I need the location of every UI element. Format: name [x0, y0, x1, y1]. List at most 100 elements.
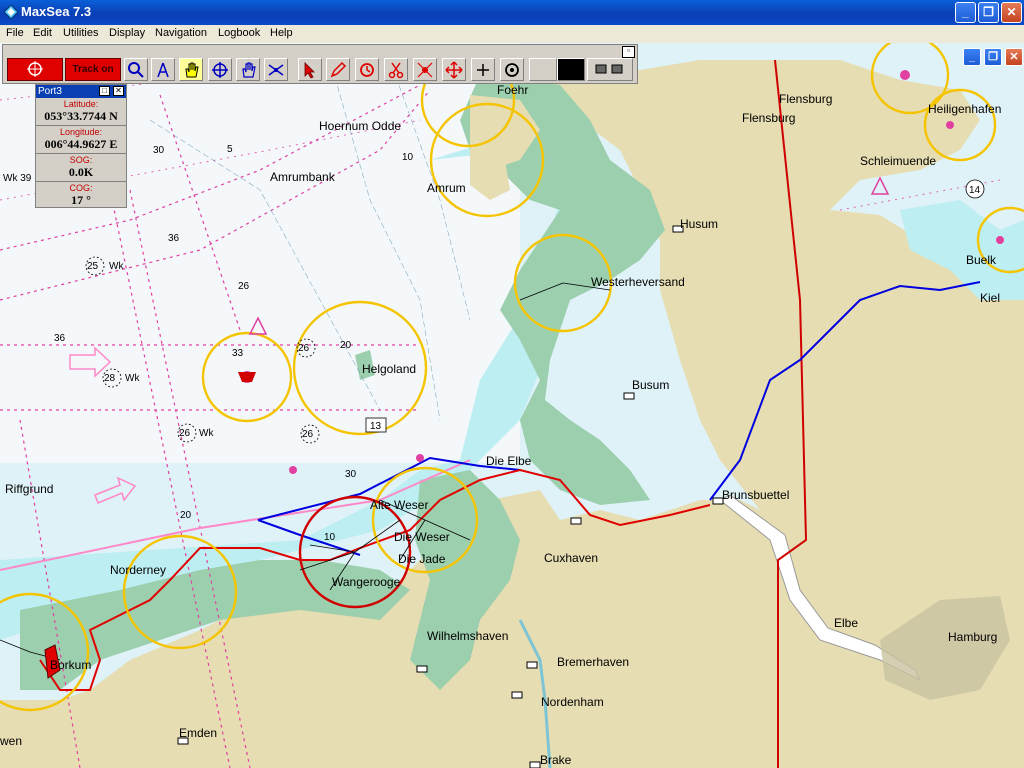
cut-button[interactable] [384, 58, 408, 81]
label-foehr: Foehr [497, 83, 528, 97]
hand-icon [185, 62, 199, 78]
port-panel-restore-button[interactable]: □ [99, 86, 110, 96]
child-close-button[interactable]: ✕ [1005, 48, 1023, 66]
minimize-button[interactable]: _ [955, 2, 976, 23]
label-kiel: Kiel [980, 291, 1000, 305]
move-button[interactable] [442, 58, 466, 81]
menu-display[interactable]: Display [109, 27, 145, 39]
label-buelk: Buelk [966, 253, 997, 267]
label-borkum: Borkum [50, 658, 91, 672]
menu-navigation[interactable]: Navigation [155, 27, 207, 39]
label-busum: Busum [632, 378, 669, 392]
menu-bar: File Edit Utilities Display Navigation L… [0, 25, 1024, 43]
compass-button[interactable] [151, 58, 175, 81]
wreck-depth: 26 [302, 429, 314, 440]
menu-edit[interactable]: Edit [33, 27, 52, 39]
toolbar-close-button[interactable]: ▫ [622, 46, 635, 58]
sounding: 33 [232, 348, 244, 359]
label-emden: Emden [179, 726, 217, 740]
longitude-value: 006°44.9627 E [36, 137, 126, 154]
label-amrumbank: Amrumbank [270, 170, 336, 184]
display-mode-button[interactable] [587, 58, 633, 81]
mark-button[interactable] [413, 58, 437, 81]
color-swatch-gray[interactable] [529, 58, 557, 81]
center-button[interactable] [208, 58, 232, 81]
sounding: 10 [324, 532, 336, 543]
label-wangerooge: Wangerooge [332, 575, 401, 589]
grab-button[interactable] [236, 58, 260, 81]
scissors-icon [388, 62, 404, 79]
target-icon [505, 63, 519, 77]
wreck-label: Wk [109, 261, 124, 272]
wreck-label: Wk [125, 373, 140, 384]
window-title: MaxSea 7.3 [21, 4, 92, 19]
restore-button[interactable]: ❐ [978, 2, 999, 23]
sounding: 30 [345, 469, 357, 480]
label-wilhelmshaven: Wilhelmshaven [427, 629, 508, 643]
draw-button[interactable] [326, 58, 350, 81]
menu-file[interactable]: File [6, 27, 24, 39]
wreck-label: Wk [199, 428, 214, 439]
measure-icon [268, 64, 284, 76]
port-panel-header: Port3 □ ✕ [36, 85, 126, 98]
track-on-button[interactable]: Track on [65, 58, 121, 81]
menu-help[interactable]: Help [270, 27, 293, 39]
label-nordenham: Nordenham [541, 695, 604, 709]
nautical-chart[interactable]: Foehr Flensburg Flensburg Heiligenhafen … [0, 43, 1024, 768]
label-alte-weser: Alte Weser [370, 498, 428, 512]
crosshair-icon [212, 62, 228, 78]
menu-utilities[interactable]: Utilities [63, 27, 98, 39]
measure-button[interactable] [264, 58, 288, 81]
target-button[interactable] [500, 58, 524, 81]
close-button[interactable]: ✕ [1001, 2, 1022, 23]
sounding: 5 [227, 144, 233, 155]
label-bremerhaven: Bremerhaven [557, 655, 629, 669]
select-button[interactable] [298, 58, 322, 81]
label-die-weser: Die Weser [394, 530, 450, 544]
label-die-jade: Die Jade [398, 552, 446, 566]
label-hamburg: Hamburg [948, 630, 997, 644]
wreck-depth: 25 [87, 261, 99, 272]
pencil-icon [330, 61, 347, 78]
label-elbe: Elbe [834, 616, 858, 630]
child-minimize-button[interactable]: _ [963, 48, 981, 66]
label-husum: Husum [680, 217, 718, 231]
menu-logbook[interactable]: Logbook [218, 27, 260, 39]
wreck-depth: 26 [298, 343, 310, 354]
sog-value: 0.0K [36, 165, 126, 182]
port-panel-close-button[interactable]: ✕ [113, 86, 124, 96]
child-restore-button[interactable]: ❐ [984, 48, 1002, 66]
color-swatch-black[interactable] [557, 58, 585, 81]
main-toolbar: ▫ Track on [2, 44, 638, 84]
label-flensburg-2: Flensburg [742, 111, 795, 125]
zoom-button[interactable] [124, 58, 148, 81]
cog-value: 17 ° [71, 193, 91, 207]
pan-hand-button[interactable] [179, 58, 203, 81]
wreck-depth: 26 [179, 428, 191, 439]
compass-icon [157, 62, 169, 78]
sog-label: SOG: [69, 155, 93, 165]
label-cuxhaven: Cuxhaven [544, 551, 598, 565]
label-hoernum: Hoernum Odde [319, 119, 401, 133]
label-flensburg-1: Flensburg [779, 92, 832, 106]
sounding: 36 [168, 233, 180, 244]
wreck-depth: 28 [104, 373, 116, 384]
pointer-icon [304, 62, 315, 79]
monitors-icon [595, 64, 623, 74]
sounding: 36 [54, 333, 66, 344]
plus-icon [477, 64, 489, 76]
port-panel-title: Port3 [38, 86, 62, 97]
label-wk39: Wk 39 [3, 173, 32, 184]
sounding: 20 [180, 510, 192, 521]
magnifier-icon [128, 62, 144, 78]
label-norderney: Norderney [110, 563, 166, 577]
rotate-button[interactable] [355, 58, 379, 81]
record-button[interactable] [7, 58, 63, 81]
cog-label: COG: [69, 183, 93, 193]
sounding: 30 [153, 145, 165, 156]
chart-area[interactable]: Foehr Flensburg Flensburg Heiligenhafen … [0, 43, 1024, 768]
record-icon [27, 61, 43, 77]
cursor-button[interactable] [471, 58, 495, 81]
grab-hand-icon [242, 62, 256, 78]
sounding: 26 [238, 281, 250, 292]
